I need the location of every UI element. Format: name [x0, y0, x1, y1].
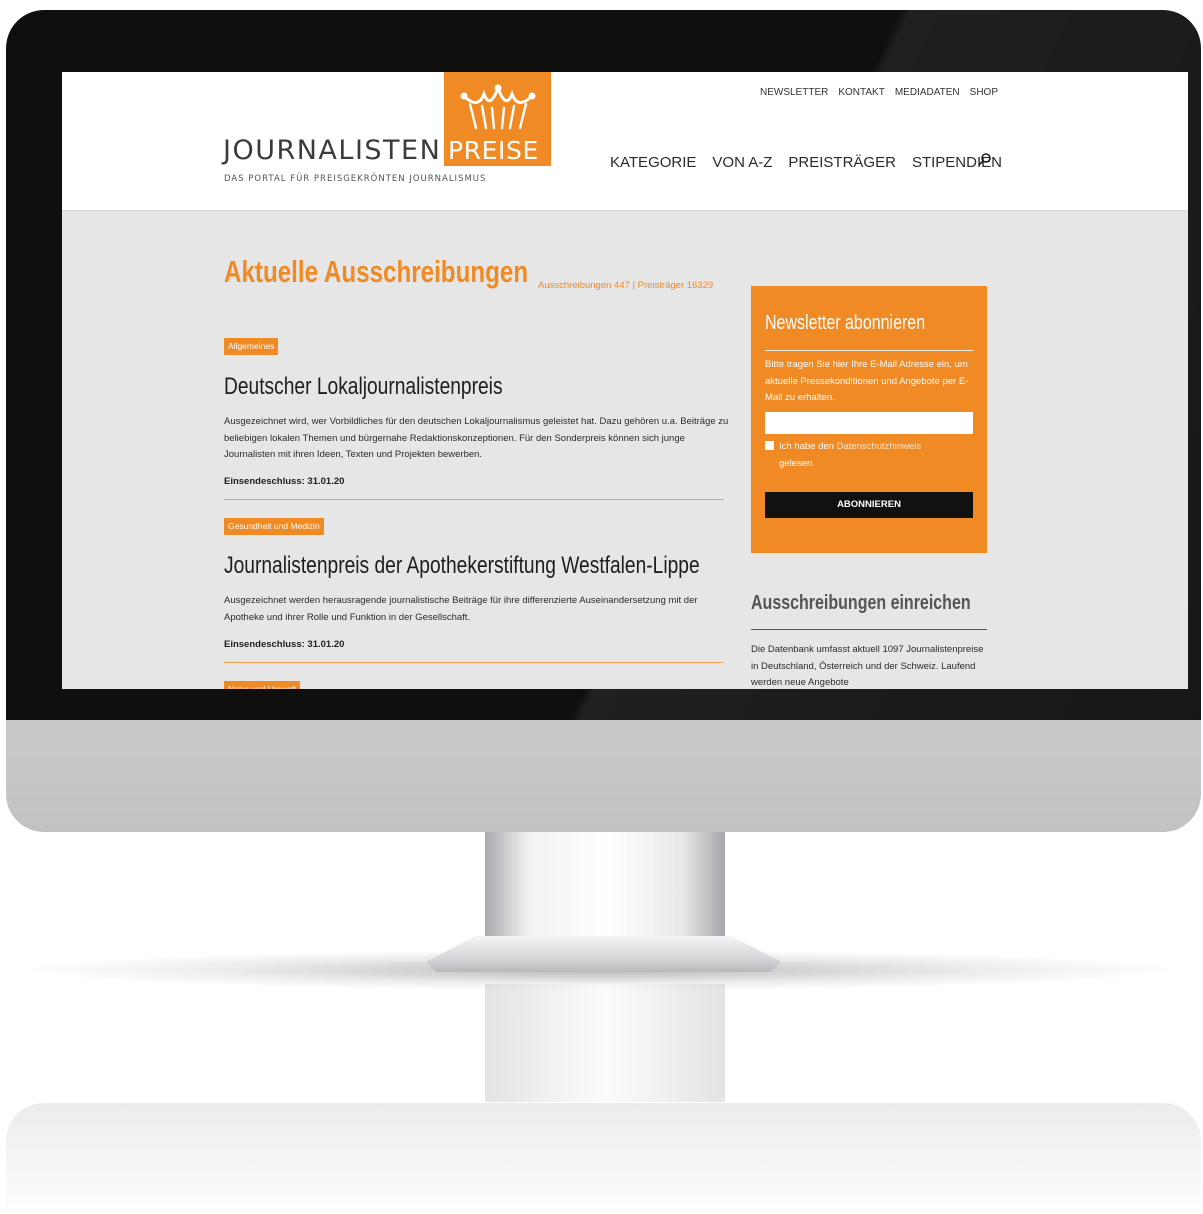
- privacy-consent-label: Ich habe den Datenschutzhinweis gelesen.: [779, 439, 975, 472]
- newsletter-email-input[interactable]: [765, 412, 973, 434]
- monitor: JOURNALISTEN PREISE DAS PORTAL FÜR PREIS…: [6, 10, 1201, 832]
- privacy-checkbox[interactable]: [765, 441, 774, 450]
- top-nav: NEWSLETTER KONTAKT MEDIADATEN SHOP: [760, 87, 998, 98]
- submit-section-divider: [751, 629, 987, 630]
- monitor-stand-foot: [426, 936, 781, 972]
- main-nav-von-a-z[interactable]: VON A-Z: [712, 154, 772, 171]
- stats-counter: Ausschreibungen 447 | Preisträger 16329: [538, 280, 714, 291]
- newsletter-description: Bitte tragen Sie hier Ihre E-Mail Adress…: [765, 359, 969, 403]
- logo-wordmark-journalisten[interactable]: JOURNALISTEN: [223, 136, 441, 166]
- main-nav-kategorie[interactable]: KATEGORIE: [610, 154, 696, 171]
- category-badge[interactable]: Gesundheit und Medizin: [224, 518, 324, 535]
- submit-section-text: Die Datenbank umfasst aktuell 1097 Journ…: [751, 644, 984, 688]
- top-nav-newsletter[interactable]: NEWSLETTER: [760, 87, 828, 98]
- search-icon[interactable]: [978, 152, 992, 166]
- page-title: Aktuelle Ausschreibungen: [224, 254, 529, 289]
- newsletter-divider: [765, 350, 973, 351]
- article-title[interactable]: Deutscher Lokaljournalistenpreis: [224, 373, 503, 401]
- newsletter-widget: Newsletter abonnieren Bitte tragen Sie h…: [751, 286, 987, 553]
- logo-tagline: DAS PORTAL FÜR PREISGEKRÖNTEN JOURNALISM…: [224, 174, 487, 184]
- article-divider: [224, 662, 724, 663]
- article-deadline: Einsendeschluss: 31.01.20: [224, 639, 345, 650]
- category-badge[interactable]: Natur und Umwelt: [224, 681, 301, 689]
- subscribe-button[interactable]: ABONNIEREN: [765, 492, 973, 518]
- top-nav-kontakt[interactable]: KONTAKT: [838, 87, 884, 98]
- top-nav-shop[interactable]: SHOP: [970, 87, 998, 98]
- logo-wordmark-preise[interactable]: PREISE: [448, 136, 539, 166]
- article-deadline: Einsendeschluss: 31.01.20: [224, 476, 345, 487]
- article-description: Ausgezeichnet werden herausragende journ…: [224, 595, 698, 623]
- consent-suffix: gelesen.: [779, 457, 815, 469]
- monitor-stand: [485, 832, 725, 940]
- top-nav-mediadaten[interactable]: MEDIADATEN: [895, 87, 960, 98]
- crown-icon: [460, 83, 536, 130]
- main-nav: KATEGORIE VON A-Z PREISTRÄGER STIPENDIEN: [610, 154, 1002, 171]
- monitor-bezel: JOURNALISTEN PREISE DAS PORTAL FÜR PREIS…: [6, 10, 1201, 720]
- site-header: JOURNALISTEN PREISE DAS PORTAL FÜR PREIS…: [62, 72, 1188, 211]
- stand-reflection: [485, 984, 725, 1102]
- article-divider: [224, 499, 724, 500]
- category-badge[interactable]: Allgemeines: [224, 338, 279, 355]
- privacy-notice-link[interactable]: Datenschutzhinweis: [837, 441, 922, 452]
- browser-viewport: JOURNALISTEN PREISE DAS PORTAL FÜR PREIS…: [62, 72, 1188, 689]
- monitor-reflection: [6, 1103, 1201, 1214]
- submit-section-title: Ausschreibungen einreichen: [751, 592, 971, 614]
- article-description: Ausgezeichnet wird, wer Vorbildliches fü…: [224, 416, 729, 460]
- consent-prefix: Ich habe den: [779, 441, 834, 452]
- main-nav-preistraeger[interactable]: PREISTRÄGER: [788, 154, 896, 171]
- newsletter-title: Newsletter abonnieren: [765, 312, 926, 334]
- article-title[interactable]: Journalistenpreis der Apothekerstiftung …: [224, 552, 700, 580]
